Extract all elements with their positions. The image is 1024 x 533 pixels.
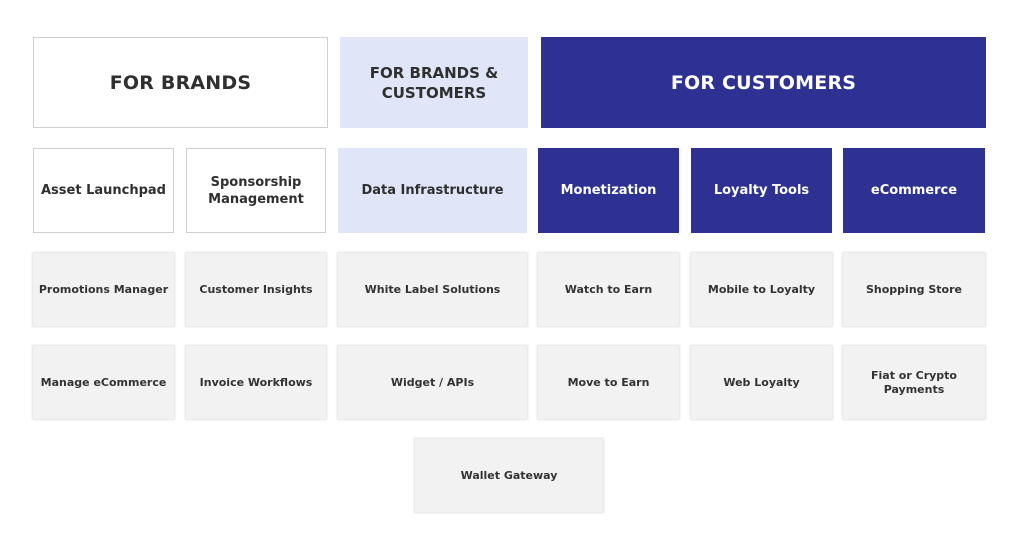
feature-shopping-store: Shopping Store	[843, 253, 985, 326]
feature-label: Manage eCommerce	[40, 375, 167, 389]
feature-label: Fiat or Crypto Payments	[871, 368, 957, 396]
feature-label: Widget / APIs	[390, 375, 475, 389]
category-loyalty-tools: Loyalty Tools	[691, 148, 832, 233]
category-data-infrastructure: Data Infrastructure	[338, 148, 527, 233]
feature-manage-ecommerce: Manage eCommerce	[33, 346, 174, 419]
category-label: Data Infrastructure	[361, 183, 504, 198]
header-for-brands-label: FOR BRANDS	[109, 71, 252, 94]
category-label: Asset Launchpad	[40, 183, 166, 198]
feature-label: Promotions Manager	[38, 282, 169, 296]
category-monetization: Monetization	[538, 148, 679, 233]
feature-label: Shopping Store	[866, 282, 962, 296]
feature-wallet-gateway: Wallet Gateway	[415, 439, 603, 512]
header-for-brands-and-customers-label: FOR BRANDS & CUSTOMERS	[369, 63, 499, 102]
feature-white-label-solutions: White Label Solutions	[338, 253, 527, 326]
header-for-brands-and-customers: FOR BRANDS & CUSTOMERS	[340, 37, 528, 128]
feature-label: Move to Earn	[567, 375, 650, 389]
feature-web-loyalty: Web Loyalty	[691, 346, 832, 419]
feature-label: Web Loyalty	[723, 375, 800, 389]
feature-promotions-manager: Promotions Manager	[33, 253, 174, 326]
category-ecommerce: eCommerce	[843, 148, 985, 233]
feature-label: Mobile to Loyalty	[707, 282, 816, 296]
category-label: Loyalty Tools	[713, 183, 810, 198]
feature-label: Customer Insights	[199, 282, 313, 296]
header-for-brands: FOR BRANDS	[33, 37, 328, 128]
feature-fiat-or-crypto-payments: Fiat or Crypto Payments	[843, 346, 985, 419]
category-asset-launchpad: Asset Launchpad	[33, 148, 174, 233]
feature-mobile-to-loyalty: Mobile to Loyalty	[691, 253, 832, 326]
header-for-customers-label: FOR CUSTOMERS	[670, 71, 857, 94]
category-sponsorship-management: Sponsorship Management	[186, 148, 326, 233]
feature-label: White Label Solutions	[364, 282, 501, 296]
category-label: Monetization	[560, 183, 657, 198]
feature-invoice-workflows: Invoice Workflows	[186, 346, 326, 419]
feature-watch-to-earn: Watch to Earn	[538, 253, 679, 326]
category-label: Sponsorship Management	[208, 174, 304, 207]
feature-widget-apis: Widget / APIs	[338, 346, 527, 419]
category-label: eCommerce	[870, 183, 958, 198]
header-for-customers: FOR CUSTOMERS	[541, 37, 986, 128]
feature-label: Wallet Gateway	[460, 468, 558, 482]
feature-label: Invoice Workflows	[199, 375, 313, 389]
feature-customer-insights: Customer Insights	[186, 253, 326, 326]
feature-move-to-earn: Move to Earn	[538, 346, 679, 419]
feature-label: Watch to Earn	[564, 282, 653, 296]
